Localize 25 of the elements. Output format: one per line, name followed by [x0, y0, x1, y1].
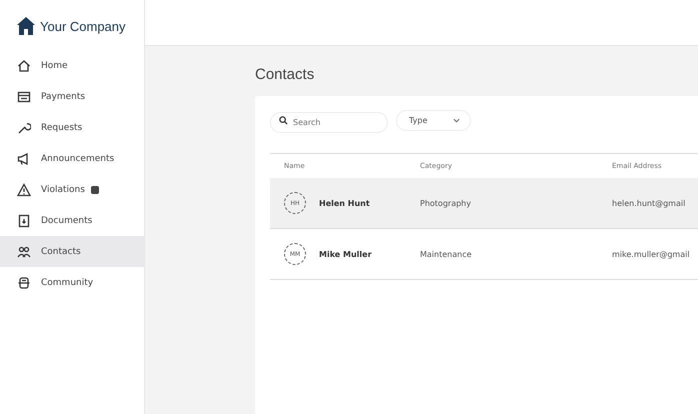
card-icon [17, 90, 31, 104]
sidebar-item[interactable]: Contacts [0, 236, 144, 267]
sidebar-item[interactable]: Documents [0, 205, 144, 236]
contact-category: Maintenance [420, 250, 473, 258]
home-icon [17, 58, 31, 72]
sidebar-item[interactable]: Announcements [0, 143, 144, 174]
type-dropdown[interactable]: Type [396, 110, 471, 131]
sidebar-item[interactable]: Payments [0, 81, 144, 112]
warning-icon [17, 182, 31, 196]
contact-email: helen.hunt@gmail [612, 198, 686, 208]
contact-email: mike.muller@gmail [612, 250, 690, 258]
house-icon [16, 16, 36, 36]
brand-name: Your Company [40, 18, 126, 34]
contact-category: Photography [420, 198, 472, 208]
sidebar-item[interactable]: Requests [0, 112, 144, 143]
document-icon [17, 214, 31, 228]
contact-name: Helen Hunt [319, 198, 370, 208]
search-field[interactable]: Search [270, 112, 388, 133]
contact-name: Mike Muller [319, 250, 372, 258]
page-title: Contacts [255, 66, 316, 83]
people-icon [17, 244, 31, 258]
sidebar-item[interactable]: Violations [0, 174, 144, 205]
sidebar-item[interactable]: Community [0, 267, 144, 298]
chevron-down-icon [453, 118, 460, 123]
sidebar-item[interactable]: Home [0, 50, 144, 81]
